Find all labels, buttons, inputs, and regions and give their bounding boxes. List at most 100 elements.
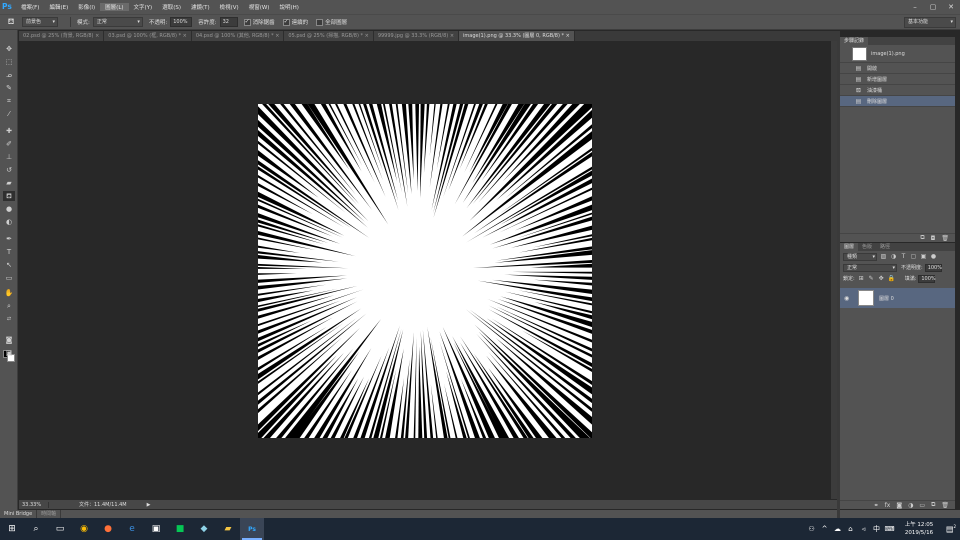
menu-type[interactable]: 文字(Y) <box>129 3 158 11</box>
contiguous-checkbox[interactable] <box>282 18 290 26</box>
hand-tool-icon[interactable]: ✋ <box>3 288 15 298</box>
firefox-icon[interactable]: ● <box>96 518 120 540</box>
new-document-from-state-icon[interactable]: ⧉ <box>920 234 924 242</box>
volume-icon[interactable]: ◃ <box>857 525 870 533</box>
tab-timeline[interactable]: 時間軸 <box>37 510 62 518</box>
menu-image[interactable]: 影像(I) <box>73 3 100 11</box>
mode-dropdown[interactable]: 正常 <box>92 17 143 27</box>
line-icon[interactable]: ■ <box>168 518 192 540</box>
status-menu-arrow-icon[interactable]: ▶ <box>147 502 151 508</box>
chrome-icon[interactable]: ◉ <box>72 518 96 540</box>
paint-bucket-icon[interactable]: ⛾ <box>0 15 22 29</box>
menu-window[interactable]: 視窗(W) <box>244 3 275 11</box>
tab-05-psd[interactable]: 05.psd @ 25% (掃描, RGB/8) * × <box>284 31 374 41</box>
clock[interactable]: 上午 12:05 2019/5/16 <box>896 521 942 537</box>
windows-start-icon[interactable]: ⊞ <box>0 518 24 540</box>
kind-filter-dropdown[interactable]: 種類 <box>843 252 877 261</box>
eraser-tool-icon[interactable]: ▰ <box>3 178 15 188</box>
network-icon[interactable]: ⌂ <box>844 525 857 533</box>
fill-input[interactable]: 100% <box>918 274 936 283</box>
marquee-tool-icon[interactable]: ⬚ <box>3 57 15 67</box>
path-select-tool-icon[interactable]: ↖ <box>3 260 15 270</box>
layer-opacity-input[interactable]: 100% <box>924 263 942 272</box>
menu-layer[interactable]: 圖層(L) <box>100 3 129 11</box>
menu-view[interactable]: 檢視(V) <box>215 3 244 11</box>
type-tool-icon[interactable]: T <box>3 247 15 257</box>
tab-paths[interactable]: 路徑 <box>876 243 894 251</box>
menu-filter[interactable]: 濾鏡(T) <box>186 3 215 11</box>
clone-stamp-tool-icon[interactable]: ⊥ <box>3 152 15 162</box>
menu-help[interactable]: 說明(H) <box>274 3 303 11</box>
menu-file[interactable]: 檔案(F) <box>16 3 44 11</box>
lock-position-icon[interactable]: ✥ <box>878 275 885 282</box>
history-item-new-layer[interactable]: ▤ 新增圖層 <box>840 74 955 85</box>
camera-icon[interactable]: ◘ <box>931 235 936 242</box>
swap-colors-icon[interactable]: ⇄ <box>3 314 15 324</box>
pen-tool-icon[interactable]: ✒ <box>3 234 15 244</box>
new-layer-icon[interactable]: ⧉ <box>931 501 935 509</box>
all-layers-checkbox[interactable] <box>316 18 324 26</box>
shape-tool-icon[interactable]: ▭ <box>3 273 15 283</box>
tab-03-psd[interactable]: 03.psd @ 100% (框, RGB/8) * × <box>104 31 192 41</box>
history-item-paint-bucket[interactable]: ⛾ 油漆桶 <box>840 85 955 96</box>
tab-02-psd[interactable]: 02.psd @ 25% (背景, RGB/8) × <box>19 31 105 41</box>
paint-bucket-tool-icon[interactable]: ⛾ <box>3 191 15 201</box>
antialias-checkbox[interactable] <box>243 18 251 26</box>
photoshop-taskbar-icon[interactable]: Ps <box>240 518 264 540</box>
blur-tool-icon[interactable]: ● <box>3 204 15 214</box>
history-item-open[interactable]: ▤ 開啟 <box>840 63 955 74</box>
tab-layers[interactable]: 圖層 <box>840 243 859 251</box>
tab-04-psd[interactable]: 04.psd @ 100% (其他, RGB/8) * × <box>191 31 285 41</box>
show-hidden-icons[interactable]: ^ <box>818 525 831 533</box>
keyboard-icon[interactable]: ⌨ <box>883 525 896 533</box>
trash-icon[interactable]: 🗑 <box>941 502 949 509</box>
zoom-level[interactable]: 33.33% <box>19 501 49 508</box>
healing-brush-tool-icon[interactable]: ✚ <box>3 126 15 136</box>
notes-icon[interactable]: ◆ <box>192 518 216 540</box>
lasso-tool-icon[interactable]: ᓄ <box>3 70 15 80</box>
eye-icon[interactable]: ◉ <box>844 295 854 302</box>
zoom-tool-icon[interactable]: ⌕ <box>3 301 15 311</box>
task-view-icon[interactable]: ▭ <box>48 518 72 540</box>
image-filter-icon[interactable]: ▨ <box>880 253 887 260</box>
crop-tool-icon[interactable]: ⌗ <box>3 96 15 106</box>
tolerance-input[interactable]: 32 <box>219 17 238 27</box>
link-icon[interactable]: ⚭ <box>874 502 879 509</box>
ime-icon[interactable]: 中 <box>870 524 883 534</box>
smart-object-filter-icon[interactable]: ▣ <box>920 253 927 260</box>
minimize-button[interactable]: – <box>906 0 924 14</box>
close-button[interactable]: ✕ <box>942 0 960 14</box>
document-canvas[interactable] <box>258 104 592 438</box>
people-icon[interactable]: ⚇ <box>805 525 818 533</box>
mask-icon[interactable]: ◙ <box>896 502 902 509</box>
screen-mode-icon[interactable]: ▣ <box>3 348 15 358</box>
tab-99999-jpg[interactable]: 99999.jpg @ 33.3% (RGB/8) × <box>373 31 460 41</box>
tab-image1-png[interactable]: image(1).png @ 33.3% (圖層 0, RGB/8) * × <box>459 31 575 41</box>
quick-mask-icon[interactable]: ◙ <box>3 335 15 345</box>
adjustment-icon[interactable]: ◑ <box>908 502 913 509</box>
tab-history[interactable]: 步驟記錄 <box>840 37 869 45</box>
filter-toggle-icon[interactable]: ● <box>930 253 937 260</box>
lock-transparent-icon[interactable]: ⊞ <box>858 275 865 282</box>
layer-name[interactable]: 圖層 0 <box>879 295 894 302</box>
menu-select[interactable]: 選取(S) <box>157 3 186 11</box>
menu-edit[interactable]: 編輯(E) <box>44 3 73 11</box>
notification-center-icon[interactable]: ▤2 <box>942 524 960 534</box>
move-tool-icon[interactable]: ✥ <box>3 44 15 54</box>
opacity-input[interactable]: 100% <box>170 17 193 27</box>
cloud-icon[interactable]: ☁ <box>831 525 844 533</box>
lock-image-icon[interactable]: ✎ <box>868 275 875 282</box>
blend-mode-dropdown[interactable]: 正常 <box>843 263 897 272</box>
shape-filter-icon[interactable]: ▢ <box>910 253 917 260</box>
maximize-button[interactable]: ▢ <box>924 0 942 14</box>
quick-select-tool-icon[interactable]: ✎ <box>3 83 15 93</box>
tab-mini-bridge[interactable]: Mini Bridge <box>0 510 38 518</box>
history-item-delete-layer[interactable]: ▤ 刪除圖層 <box>840 96 955 107</box>
folder-icon[interactable]: ▭ <box>919 502 925 509</box>
file-explorer-icon[interactable]: ▰ <box>216 518 240 540</box>
lock-all-icon[interactable]: 🔒 <box>888 275 895 282</box>
layer-row[interactable]: ◉ 圖層 0 <box>840 288 955 308</box>
brush-tool-icon[interactable]: ✐ <box>3 139 15 149</box>
app-icon[interactable]: ▣ <box>144 518 168 540</box>
history-snapshot[interactable]: image(1).png <box>840 45 955 63</box>
